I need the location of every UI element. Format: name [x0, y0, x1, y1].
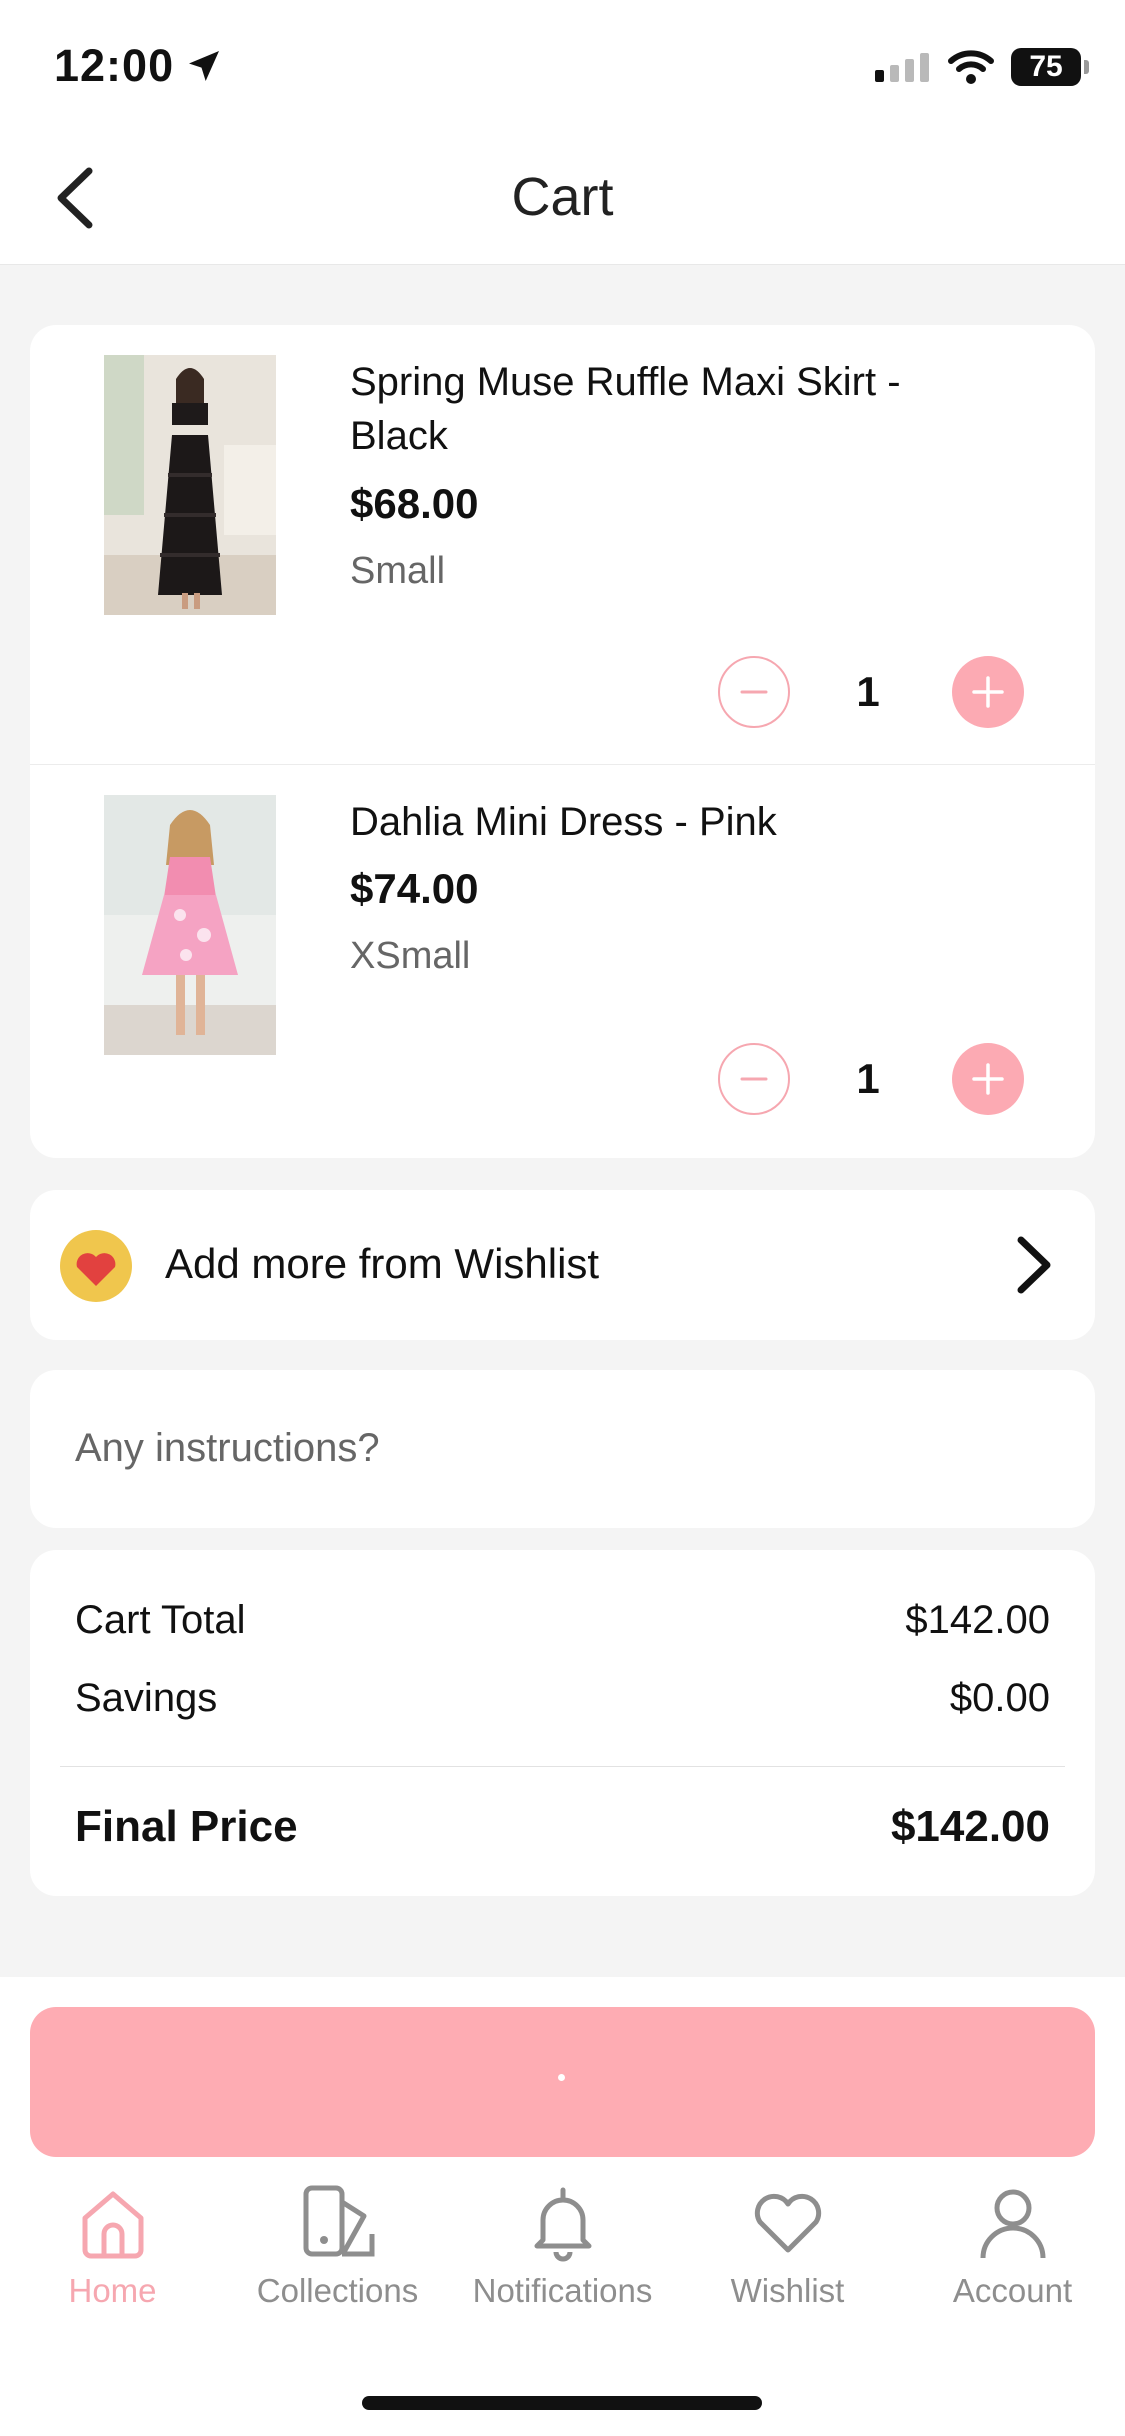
- product-price: $74.00: [350, 865, 479, 912]
- final-price-value: $142.00: [890, 1802, 1050, 1851]
- product-price: $68.00: [350, 480, 479, 527]
- checkout-button[interactable]: [30, 2007, 1095, 2157]
- cart-items-card: Spring Muse Ruffle Maxi Skirt - Black $6…: [30, 325, 1095, 1158]
- bell-icon: [534, 2187, 591, 2262]
- tab-bar: Home Collections Notifications Wishlist …: [0, 2182, 1125, 2342]
- wishlist-badge: [60, 1230, 132, 1302]
- status-indicators: 75: [875, 48, 1089, 86]
- heart-icon: [754, 2193, 821, 2253]
- cart-total-label: Cart Total: [75, 1598, 246, 1642]
- status-bar: 12:00 75: [0, 0, 1125, 130]
- home-icon: [82, 2191, 143, 2259]
- product-image[interactable]: [104, 795, 276, 1055]
- decrease-quantity-button[interactable]: [718, 656, 790, 728]
- wifi-icon: [948, 50, 994, 84]
- savings-value: $0.00: [949, 1676, 1050, 1720]
- order-summary-card: Cart Total $142.00 Savings $0.00 Final P…: [30, 1550, 1095, 1896]
- account-icon: [980, 2189, 1045, 2259]
- cart-screen: 12:00 75 Cart Spring Muse Ruffle Maxi Sk…: [0, 0, 1125, 2436]
- battery-level: 75: [1029, 50, 1063, 83]
- tab-account[interactable]: Account: [900, 2182, 1125, 2342]
- decrease-quantity-button[interactable]: [718, 1043, 790, 1115]
- wishlist-label: Add more from Wishlist: [165, 1240, 600, 1287]
- tab-wishlist[interactable]: Wishlist: [675, 2182, 900, 2342]
- summary-divider: [60, 1766, 1065, 1767]
- quantity-value: 1: [856, 1055, 880, 1102]
- home-indicator[interactable]: [362, 2396, 762, 2410]
- instructions-card: [30, 1370, 1095, 1528]
- savings-row: Savings $0.00: [75, 1676, 1050, 1721]
- savings-label: Savings: [75, 1676, 218, 1720]
- increase-quantity-button[interactable]: [952, 1043, 1024, 1115]
- tab-label: Collections: [256, 2272, 419, 2309]
- product-size: XSmall: [350, 935, 471, 977]
- page-title: Cart: [511, 167, 614, 227]
- add-from-wishlist-row[interactable]: Add more from Wishlist: [30, 1190, 1095, 1340]
- product-name[interactable]: Spring Muse Ruffle Maxi Skirt - Black: [350, 355, 990, 463]
- final-price-label: Final Price: [75, 1802, 298, 1851]
- tab-label: Home: [68, 2272, 157, 2309]
- tab-label: Wishlist: [730, 2272, 845, 2309]
- product-photo-pink-dress: [104, 795, 276, 1055]
- plus-icon: [972, 1063, 1004, 1095]
- location-arrow-icon: [189, 51, 220, 81]
- quantity-value: 1: [856, 668, 880, 715]
- cart-item: Spring Muse Ruffle Maxi Skirt - Black $6…: [30, 325, 1095, 765]
- battery-icon: 75: [1011, 48, 1089, 86]
- product-image[interactable]: [104, 355, 276, 615]
- instructions-input[interactable]: [75, 1418, 1035, 1478]
- minus-icon: [740, 690, 768, 694]
- cart-total-row: Cart Total $142.00: [75, 1598, 1050, 1643]
- tab-collections[interactable]: Collections: [225, 2182, 450, 2342]
- product-size: Small: [350, 550, 446, 592]
- final-price-row: Final Price $142.00: [75, 1802, 1050, 1852]
- product-photo-black-skirt: [104, 355, 276, 615]
- tab-label: Account: [952, 2272, 1073, 2309]
- loading-indicator: [558, 2074, 565, 2081]
- status-time-text: 12:00: [54, 40, 175, 91]
- heart-icon: [76, 1253, 116, 1286]
- minus-icon: [740, 1077, 768, 1081]
- increase-quantity-button[interactable]: [952, 656, 1024, 728]
- plus-icon: [972, 676, 1004, 708]
- cart-total-value: $142.00: [905, 1598, 1050, 1642]
- tab-notifications[interactable]: Notifications: [450, 2182, 675, 2342]
- product-name[interactable]: Dahlia Mini Dress - Pink: [350, 795, 990, 849]
- chevron-right-icon: [1017, 1236, 1051, 1294]
- tab-home[interactable]: Home: [0, 2182, 225, 2342]
- tab-label: Notifications: [472, 2272, 653, 2309]
- collections-icon: [303, 2185, 374, 2257]
- status-time: 12:00: [54, 40, 224, 92]
- bottom-area: Home Collections Notifications Wishlist …: [0, 1977, 1125, 2436]
- cellular-signal-icon: [875, 53, 929, 82]
- nav-header: Cart: [0, 130, 1125, 265]
